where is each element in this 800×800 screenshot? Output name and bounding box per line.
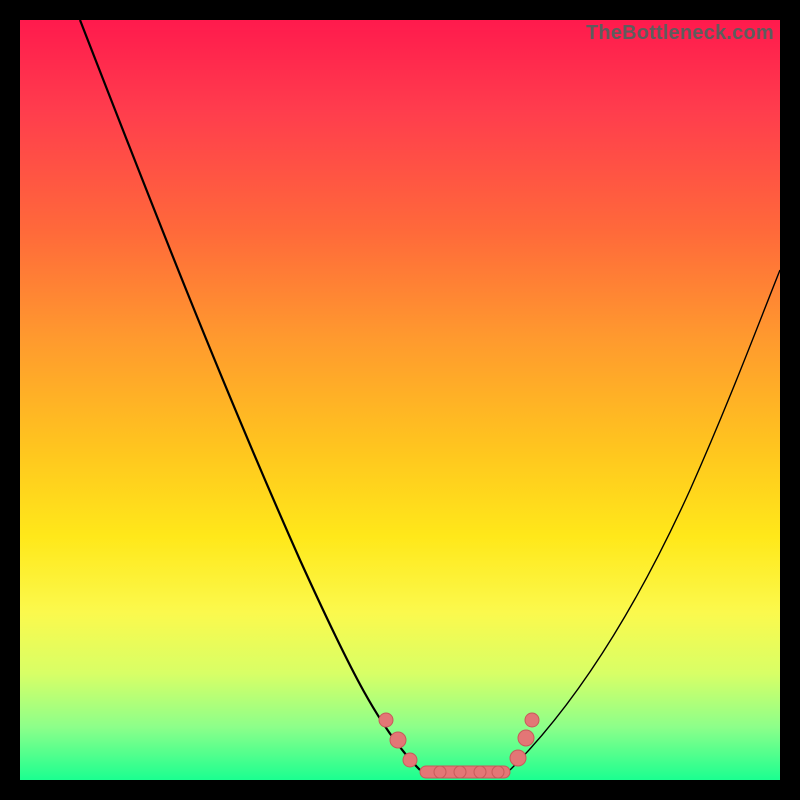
marker-dot [525, 713, 539, 727]
watermark-text: TheBottleneck.com [586, 22, 774, 45]
marker-dot [492, 766, 504, 778]
marker-dot [390, 732, 406, 748]
chart-frame: TheBottleneck.com [20, 20, 780, 780]
marker-dot [403, 753, 417, 767]
marker-dot [518, 730, 534, 746]
marker-dot [379, 713, 393, 727]
marker-dot [510, 750, 526, 766]
bottleneck-curve-plot [20, 20, 780, 780]
curve-right-branch [510, 270, 780, 770]
marker-dot [454, 766, 466, 778]
marker-dot [434, 766, 446, 778]
curve-left-branch [80, 20, 420, 770]
marker-dot [474, 766, 486, 778]
